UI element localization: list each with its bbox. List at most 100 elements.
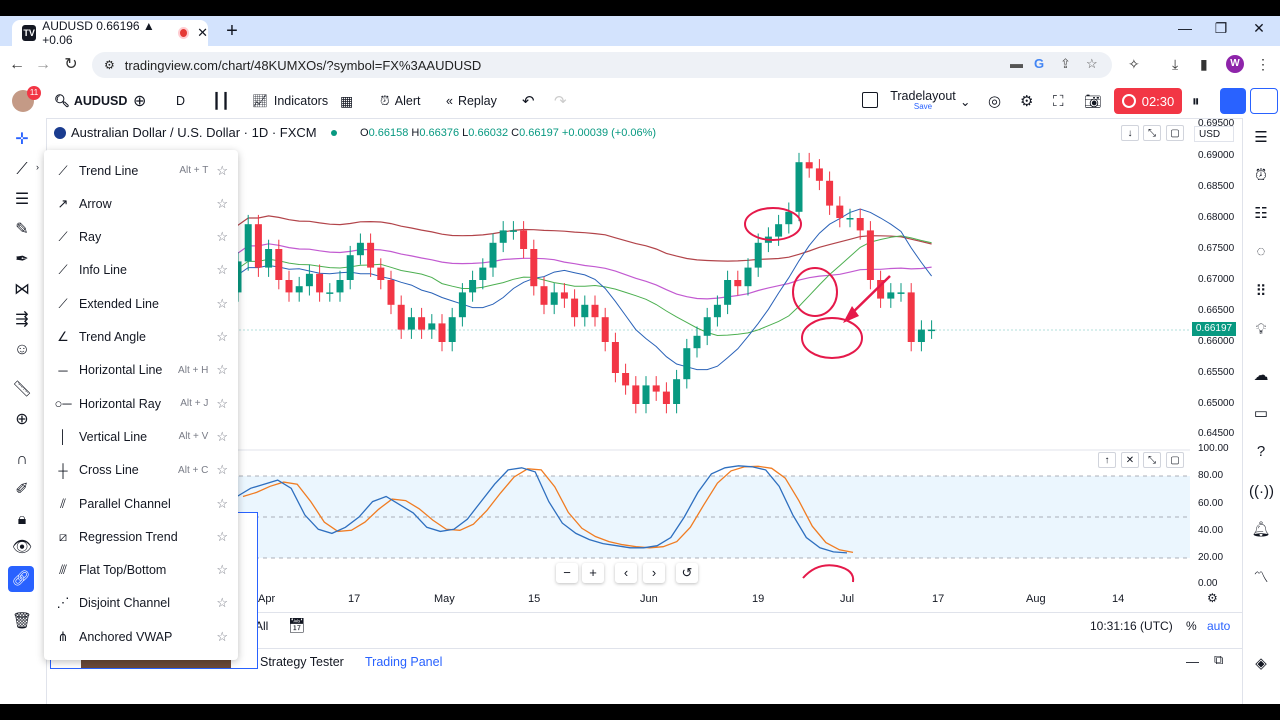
line-tool-item[interactable]: ⫽ Parallel Channel ☆ <box>44 487 238 520</box>
layout-icon[interactable] <box>862 92 878 108</box>
compare-symbol-button[interactable]: ⊕ <box>133 92 146 110</box>
eye-icon[interactable]: 👁︎ <box>10 536 34 560</box>
pen-icon[interactable]: ✒ <box>10 248 34 272</box>
pane-down-icon[interactable]: ↓ <box>1121 125 1139 141</box>
back-icon[interactable]: ← <box>6 54 28 76</box>
emoji-icon[interactable]: ☺ <box>10 338 34 362</box>
link-drawings-icon[interactable]: 🔗︎ <box>8 566 34 592</box>
patterns-icon[interactable]: ⋈ <box>10 278 34 302</box>
fullscreen-icon[interactable]: ⛶ <box>1053 92 1064 110</box>
settings-gear-icon[interactable]: ⚙ <box>1020 92 1033 110</box>
line-tool-item[interactable]: ↗ Arrow ☆ <box>44 187 238 220</box>
osc-pane-up-icon[interactable]: ↑ <box>1098 452 1116 468</box>
undo-icon[interactable]: ↶ <box>522 92 535 110</box>
side-panel-icon[interactable]: ▮ <box>1200 56 1208 73</box>
tab-strategy-tester[interactable]: Strategy Tester <box>260 655 344 669</box>
forward-icon[interactable]: → <box>32 54 54 76</box>
scroll-left-button[interactable]: ‹ <box>615 563 637 583</box>
line-tool-item[interactable]: ⟋ Info Line ☆ <box>44 254 238 287</box>
favorite-star-icon[interactable]: ☆ <box>216 529 228 545</box>
scroll-right-button[interactable]: › <box>643 563 665 583</box>
ideas-bulb-icon[interactable]: 💡︎ <box>1249 318 1273 342</box>
line-tool-item[interactable]: ⟋ Trend Line Alt + T ☆ <box>44 154 238 187</box>
line-tool-item[interactable]: ⟋ Ray ☆ <box>44 221 238 254</box>
favorite-star-icon[interactable]: ☆ <box>216 562 228 578</box>
favorite-star-icon[interactable]: ☆ <box>216 396 228 412</box>
live-icon[interactable]: ((·)) <box>1249 480 1274 504</box>
chart-type-candles-icon[interactable]: ┃┃ <box>212 92 230 110</box>
recording-timer-button[interactable]: 02:30 <box>1114 88 1182 114</box>
interval-button[interactable]: D <box>176 92 185 110</box>
notifications-bell-icon[interactable]: 🔔︎ <box>1249 518 1273 542</box>
watchlist-icon[interactable]: ☰ <box>1249 126 1273 150</box>
download-icon[interactable]: ⤓ <box>1172 56 1178 73</box>
extensions-icon[interactable]: ✧ <box>1128 56 1140 73</box>
axis-settings-icon[interactable]: ⚙ <box>1207 591 1218 605</box>
line-tool-item[interactable]: ○─ Horizontal Ray Alt + J ☆ <box>44 387 238 420</box>
indicators-button[interactable]: 📈︎ Indicators <box>252 92 328 110</box>
calendar-grid-icon[interactable]: ⠿ <box>1249 280 1273 304</box>
replay-button[interactable]: « Replay <box>446 92 497 110</box>
favorite-star-icon[interactable]: ☆ <box>216 196 228 212</box>
close-tab-icon[interactable]: ✕ <box>197 25 208 41</box>
zoom-in-icon[interactable]: ⊕ <box>10 408 34 432</box>
osc-pane-collapse-icon[interactable]: ⤡ <box>1143 452 1161 468</box>
quick-search-icon[interactable]: ◎ <box>988 92 1001 110</box>
google-lens-icon[interactable]: G <box>1034 56 1044 71</box>
line-tool-item[interactable]: ─ Horizontal Line Alt + H ☆ <box>44 354 238 387</box>
camera-button[interactable] <box>1250 88 1278 114</box>
ruler-icon[interactable]: 📏︎ <box>10 378 34 402</box>
line-tool-item[interactable]: │ Vertical Line Alt + V ☆ <box>44 420 238 453</box>
line-tool-item[interactable]: ⋰ Disjoint Channel ☆ <box>44 587 238 620</box>
auto-scale-toggle[interactable]: auto <box>1207 619 1230 633</box>
drawing-mode-icon[interactable]: ✐ <box>10 478 34 502</box>
address-bar[interactable]: ⚙ tradingview.com/chart/48KUMXOs/?symbol… <box>92 52 1112 78</box>
reload-icon[interactable]: ↻ <box>60 54 82 76</box>
magnet-icon[interactable]: ∩ <box>10 448 34 472</box>
prediction-tools-icon[interactable]: ⇶ <box>10 308 34 332</box>
layout-name-button[interactable]: Tradelayout Save <box>886 89 960 111</box>
microphone-button[interactable] <box>1220 88 1246 114</box>
layers-icon[interactable]: ◈ <box>1249 652 1273 676</box>
profile-avatar[interactable]: W <box>1226 55 1244 73</box>
layout-dropdown-chevron-icon[interactable]: ⌄ <box>960 92 970 110</box>
osc-pane-maximize-icon[interactable]: ▢ <box>1166 452 1184 468</box>
favorite-star-icon[interactable]: ☆ <box>216 296 228 312</box>
snapshot-camera-icon[interactable]: 📷︎ <box>1084 92 1102 110</box>
site-info-icon[interactable]: ⚙ <box>104 58 115 72</box>
pane-collapse-icon[interactable]: ⤡ <box>1143 125 1161 141</box>
object-tree-icon[interactable]: ☷ <box>1249 202 1273 226</box>
symbol-search-button[interactable]: 🔍︎ AUDUSD <box>54 92 127 110</box>
cast-icon[interactable]: ▬ <box>1010 56 1023 71</box>
line-tool-item[interactable]: ┼ Cross Line Alt + C ☆ <box>44 454 238 487</box>
favorite-star-icon[interactable]: ☆ <box>216 629 228 645</box>
favorite-star-icon[interactable]: ☆ <box>216 595 228 611</box>
streams-icon[interactable]: ☁ <box>1249 364 1273 388</box>
new-tab-button[interactable]: + <box>220 20 244 44</box>
minimize-icon[interactable]: — <box>1170 20 1200 36</box>
trend-line-tool-icon[interactable]: ⟋ <box>10 158 34 182</box>
zoom-out-button[interactable]: − <box>556 563 578 583</box>
clock-timezone[interactable]: 10:31:16 (UTC) <box>1090 619 1173 633</box>
line-tools-chevron-icon[interactable]: › <box>36 162 39 172</box>
line-tool-item[interactable]: ⫻ Flat Top/Bottom ☆ <box>44 554 238 587</box>
reset-chart-button[interactable]: ↺ <box>676 563 698 583</box>
goto-date-calendar-icon[interactable]: 📅︎ <box>288 617 306 634</box>
line-tool-item[interactable]: ⋔ Anchored VWAP ☆ <box>44 620 238 653</box>
favorite-star-icon[interactable]: ☆ <box>216 229 228 245</box>
trading-panel-icon[interactable]: 〽 <box>1249 566 1273 590</box>
favorite-star-icon[interactable]: ☆ <box>216 362 228 378</box>
browser-tab[interactable]: TV AUDUSD 0.66196 ▲ +0.06 ✕ <box>12 19 208 47</box>
line-tool-item[interactable]: ⟋ Extended Line ☆ <box>44 287 238 320</box>
lock-icon[interactable]: 🔒︎ <box>10 508 34 532</box>
crosshair-icon[interactable]: ✛ <box>10 128 34 152</box>
favorite-star-icon[interactable]: ☆ <box>216 262 228 278</box>
line-tool-item[interactable]: ⧄ Regression Trend ☆ <box>44 520 238 553</box>
tab-trading-panel[interactable]: Trading Panel <box>365 655 442 669</box>
maximize-panel-icon[interactable]: ⧉ <box>1214 652 1223 668</box>
osc-pane-close-icon[interactable]: ✕ <box>1121 452 1139 468</box>
percent-scale-toggle[interactable]: % <box>1186 619 1197 633</box>
favorite-star-icon[interactable]: ☆ <box>216 462 228 478</box>
minimize-panel-icon[interactable]: — <box>1186 654 1199 669</box>
trash-icon[interactable]: 🗑︎ <box>10 610 34 634</box>
